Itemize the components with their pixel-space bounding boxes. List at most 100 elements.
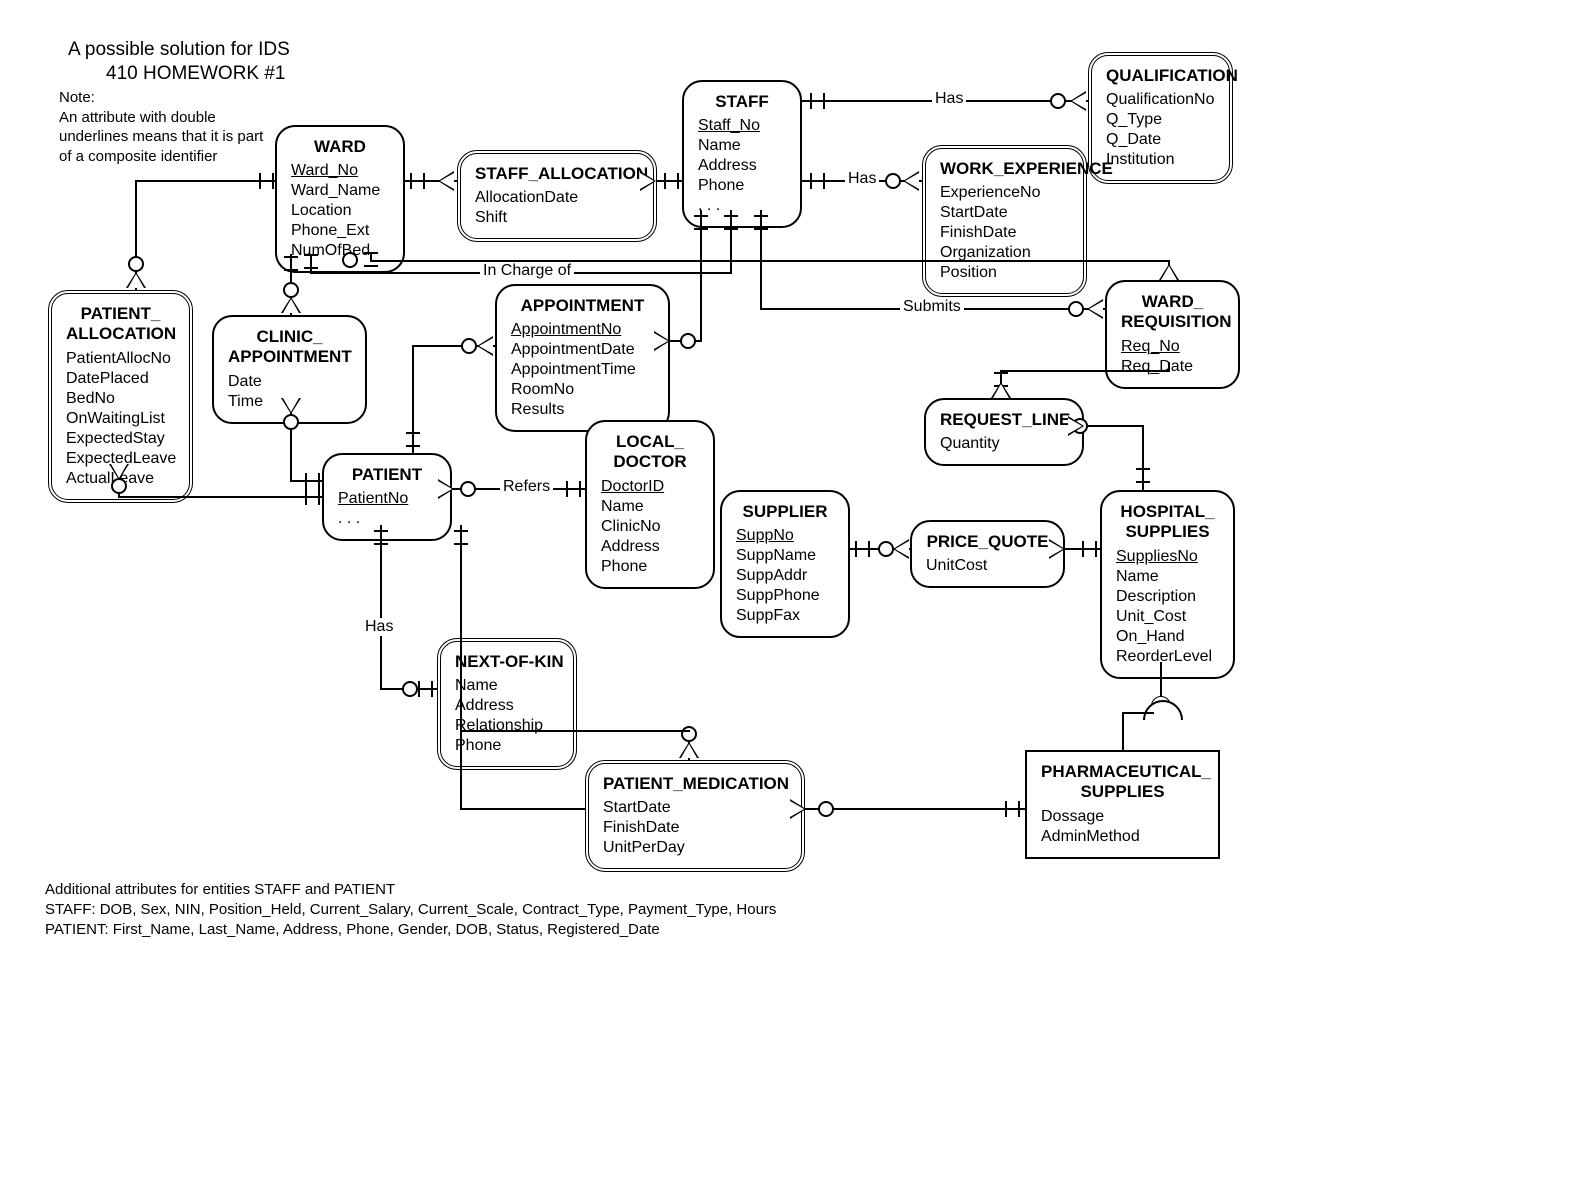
- rel-submits: Submits: [900, 298, 964, 316]
- edge: [1000, 370, 1170, 372]
- edge: [380, 525, 382, 690]
- staff-alloc-name: STAFF_ALLOCATION: [475, 164, 639, 184]
- subtype-arc: [1143, 700, 1183, 720]
- footer-staff: STAFF: DOB, Sex, NIN, Position_Held, Cur…: [45, 900, 776, 920]
- crow: [903, 171, 919, 191]
- edge: [135, 180, 275, 182]
- entity-staff: STAFF Staff_No Name Address Phone . . .: [682, 80, 802, 228]
- rel-in-charge: In Charge of: [480, 262, 574, 280]
- ring: [1050, 93, 1066, 109]
- one-mark: [810, 173, 825, 189]
- crow: [438, 479, 454, 499]
- title-line2: 410 HOMEWORK #1: [106, 62, 286, 87]
- entity-price-quote: PRICE_QUOTE UnitCost: [910, 520, 1065, 588]
- one-mark: [406, 432, 420, 447]
- edge: [1160, 662, 1162, 700]
- ring: [111, 478, 127, 494]
- one-mark: [305, 473, 320, 489]
- crow: [1159, 264, 1179, 280]
- rel-has-qual: Has: [932, 90, 966, 108]
- entity-next-of-kin: NEXT-OF-KIN Name Address Relationship Ph…: [437, 638, 577, 770]
- ring: [1068, 301, 1084, 317]
- one-mark: [724, 215, 738, 230]
- edge: [1122, 712, 1154, 714]
- crow: [1049, 539, 1065, 559]
- crow: [438, 171, 454, 191]
- ring: [342, 252, 358, 268]
- staff-name: STAFF: [698, 92, 786, 112]
- crow: [281, 398, 301, 414]
- one-mark: [305, 489, 320, 505]
- edge: [370, 260, 1170, 262]
- footer-patient: PATIENT: First_Name, Last_Name, Address,…: [45, 920, 660, 940]
- title-line1: A possible solution for IDS: [68, 38, 290, 63]
- one-mark: [810, 93, 825, 109]
- one-mark: [374, 530, 388, 545]
- ward-name: WARD: [291, 137, 389, 157]
- crow: [790, 799, 806, 819]
- one-mark: [454, 530, 468, 545]
- edge: [1122, 712, 1124, 750]
- entity-patient-medication: PATIENT_MEDICATION StartDate FinishDate …: [585, 760, 805, 872]
- one-mark: [754, 215, 768, 230]
- entity-supplier: SUPPLIER SuppNo SuppName SuppAddr SuppPh…: [720, 490, 850, 638]
- note-text: Note: An attribute with double underline…: [59, 88, 279, 166]
- edge: [118, 496, 322, 498]
- ring: [878, 541, 894, 557]
- entity-work-experience: WORK_EXPERIENCE ExperienceNo StartDate F…: [922, 145, 1087, 297]
- crow: [679, 742, 699, 758]
- edge: [1084, 425, 1144, 427]
- entity-staff-allocation: STAFF_ALLOCATION AllocationDate Shift: [457, 150, 657, 242]
- one-mark: [1082, 541, 1097, 557]
- footer-title: Additional attributes for entities STAFF…: [45, 880, 395, 900]
- crow: [126, 272, 146, 288]
- entity-pharmaceutical-supplies: PHARMACEUTICAL_ SUPPLIES Dossage AdminMe…: [1025, 750, 1220, 859]
- ring: [128, 256, 144, 272]
- er-diagram: A possible solution for IDS 410 HOMEWORK…: [0, 0, 1590, 1183]
- ring: [283, 414, 299, 430]
- edge: [805, 808, 1025, 810]
- rel-has-nok: Has: [362, 618, 396, 636]
- crow: [991, 382, 1011, 398]
- rel-has-wexp: Has: [845, 170, 879, 188]
- one-mark: [1136, 468, 1150, 483]
- one-mark: [566, 481, 581, 497]
- crow: [893, 539, 909, 559]
- entity-ward-requisition: WARD_ REQUISITION Req_No Req_Date: [1105, 280, 1240, 389]
- one-mark: [418, 681, 433, 697]
- crow: [281, 297, 301, 313]
- ring: [818, 801, 834, 817]
- edge: [412, 345, 414, 400]
- one-mark: [694, 215, 708, 230]
- entity-local-doctor: LOCAL_ DOCTOR DoctorID Name ClinicNo Add…: [585, 420, 715, 589]
- entity-appointment: APPOINTMENT AppointmentNo AppointmentDat…: [495, 284, 670, 432]
- one-mark: [304, 254, 318, 269]
- ring: [283, 282, 299, 298]
- one-mark: [259, 173, 274, 189]
- edge: [460, 525, 462, 810]
- entity-patient: PATIENT PatientNo . . .: [322, 453, 452, 541]
- edge: [460, 730, 690, 732]
- edge: [1168, 362, 1170, 372]
- crow: [1070, 91, 1086, 111]
- one-mark: [855, 541, 870, 557]
- crow: [654, 331, 670, 351]
- ring: [460, 481, 476, 497]
- one-mark: [410, 173, 425, 189]
- entity-ward: WARD Ward_No Ward_Name Location Phone_Ex…: [275, 125, 405, 273]
- one-mark: [664, 173, 679, 189]
- rel-refers: Refers: [500, 478, 553, 496]
- crow: [640, 171, 656, 191]
- ring: [402, 681, 418, 697]
- entity-hospital-supplies: HOSPITAL_ SUPPLIES SuppliesNo Name Descr…: [1100, 490, 1235, 679]
- entity-request-line: REQUEST_LINE Quantity: [924, 398, 1084, 466]
- crow: [1087, 299, 1103, 319]
- edge: [460, 808, 585, 810]
- crow: [477, 336, 493, 356]
- one-mark: [1005, 801, 1020, 817]
- ring: [885, 173, 901, 189]
- ring: [680, 333, 696, 349]
- crow: [1068, 416, 1084, 436]
- one-mark: [284, 256, 298, 271]
- ring: [461, 338, 477, 354]
